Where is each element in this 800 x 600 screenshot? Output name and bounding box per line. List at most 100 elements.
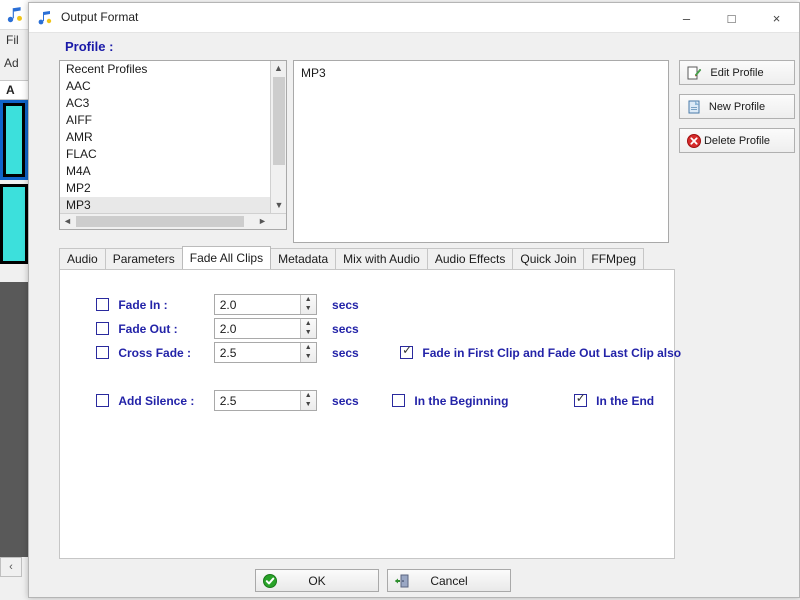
profile-list-horizontal-scrollbar[interactable]: ◄ ► bbox=[60, 213, 286, 229]
stepper-down-icon[interactable]: ▼ bbox=[301, 400, 316, 409]
list-item[interactable]: Recent Profiles bbox=[60, 61, 270, 78]
fade-first-last-group: Fade in First Clip and Fade Out Last Cli… bbox=[400, 343, 682, 360]
new-page-icon bbox=[688, 100, 700, 114]
fade-out-units: secs bbox=[332, 321, 359, 336]
profile-list-vertical-scrollbar[interactable]: ▲ ▼ bbox=[270, 61, 286, 213]
tab-parameters[interactable]: Parameters bbox=[104, 248, 183, 269]
in-the-beginning-checkbox[interactable] bbox=[392, 394, 406, 407]
waveform-thumbnail[interactable] bbox=[0, 100, 28, 180]
fade-in-value: 2.0 bbox=[219, 298, 237, 312]
list-item[interactable]: AIFF bbox=[60, 112, 270, 129]
fade-out-input[interactable]: 2.0 ▲ ▼ bbox=[213, 318, 317, 339]
add-silence-checkbox[interactable] bbox=[96, 394, 109, 407]
edit-profile-label: Edit Profile bbox=[710, 66, 764, 79]
tab-quick-join[interactable]: Quick Join bbox=[512, 248, 585, 269]
profile-list-items: Recent Profiles AAC AC3 AIFF AMR FLAC M4… bbox=[60, 61, 270, 229]
list-item[interactable]: M4A bbox=[60, 163, 270, 180]
scrollbar-thumb[interactable] bbox=[76, 216, 244, 227]
stepper-up-icon[interactable]: ▲ bbox=[301, 295, 316, 304]
background-hscroll-left-arrow[interactable]: ‹ bbox=[0, 557, 22, 577]
add-silence-input[interactable]: 2.5 ▲ ▼ bbox=[213, 390, 317, 411]
cross-fade-units: secs bbox=[332, 345, 359, 360]
chevron-down-icon[interactable]: ▼ bbox=[271, 198, 286, 213]
exit-door-icon bbox=[395, 574, 409, 588]
fade-in-row: Fade In : 2.0 ▲ ▼ secs bbox=[96, 294, 712, 318]
fade-out-checkbox[interactable] bbox=[96, 322, 109, 335]
delete-profile-button[interactable]: Delete Profile bbox=[679, 128, 795, 153]
dialog-title: Output Format bbox=[61, 10, 139, 24]
delete-profile-label: Delete Profile bbox=[703, 134, 771, 147]
fade-in-stepper[interactable]: ▲ ▼ bbox=[299, 295, 316, 314]
tab-ffmpeg[interactable]: FFMpeg bbox=[583, 248, 645, 269]
window-controls: – □ × bbox=[664, 3, 799, 33]
music-note-icon bbox=[7, 7, 22, 23]
ok-label: OK bbox=[308, 573, 326, 588]
cross-fade-input[interactable]: 2.5 ▲ ▼ bbox=[213, 342, 317, 363]
fade-out-stepper[interactable]: ▲ ▼ bbox=[299, 319, 316, 338]
chevron-right-icon[interactable]: ► bbox=[255, 214, 270, 229]
tab-audio[interactable]: Audio bbox=[59, 248, 106, 269]
tab-mix-with-audio[interactable]: Mix with Audio bbox=[335, 248, 428, 269]
new-profile-button[interactable]: New Profile bbox=[679, 94, 795, 119]
fade-first-last-checkbox[interactable] bbox=[400, 343, 414, 359]
profile-list[interactable]: Recent Profiles AAC AC3 AIFF AMR FLAC M4… bbox=[59, 60, 287, 230]
fade-in-checkbox[interactable] bbox=[96, 298, 109, 311]
tab-metadata[interactable]: Metadata bbox=[270, 248, 337, 269]
in-the-beginning-label: In the Beginning bbox=[414, 393, 509, 408]
cancel-button[interactable]: Cancel bbox=[387, 569, 511, 592]
add-silence-stepper[interactable]: ▲ ▼ bbox=[299, 391, 316, 410]
minimize-button[interactable]: – bbox=[664, 3, 709, 33]
stepper-down-icon[interactable]: ▼ bbox=[301, 352, 316, 361]
dialog-titlebar[interactable]: Output Format – □ × bbox=[29, 3, 799, 33]
stepper-up-icon[interactable]: ▲ bbox=[301, 319, 316, 328]
fade-in-input[interactable]: 2.0 ▲ ▼ bbox=[213, 294, 317, 315]
list-item[interactable]: AC3 bbox=[60, 95, 270, 112]
screen: Fil Ad A ‹ a Wa › bbox=[0, 0, 800, 600]
music-note-icon bbox=[38, 11, 52, 25]
in-the-end-checkbox[interactable] bbox=[573, 391, 587, 407]
fade-out-value: 2.0 bbox=[219, 322, 237, 336]
tab-audio-effects[interactable]: Audio Effects bbox=[426, 248, 514, 269]
profile-detail-text: MP3 bbox=[301, 66, 326, 80]
cross-fade-label: Cross Fade : bbox=[118, 345, 192, 360]
list-item-selected[interactable]: MP3 bbox=[60, 197, 270, 214]
waveform-thumbnail[interactable] bbox=[0, 184, 28, 264]
tab-strip: Audio Parameters Fade All Clips Metadata… bbox=[59, 246, 675, 270]
cross-fade-stepper[interactable]: ▲ ▼ bbox=[299, 343, 316, 362]
stepper-up-icon[interactable]: ▲ bbox=[301, 391, 316, 400]
chevron-left-icon[interactable]: ◄ bbox=[60, 214, 75, 229]
ok-button[interactable]: OK bbox=[255, 569, 379, 592]
cross-fade-value: 2.5 bbox=[219, 346, 237, 360]
profile-detail-panel[interactable]: MP3 bbox=[293, 60, 669, 243]
fade-in-units: secs bbox=[332, 297, 359, 312]
profile-section-label: Profile : bbox=[65, 39, 114, 54]
edit-profile-button[interactable]: Edit Profile bbox=[679, 60, 795, 85]
add-silence-row: Add Silence : 2.5 ▲ ▼ secs In the Beginn… bbox=[96, 390, 712, 414]
list-item[interactable]: MP2 bbox=[60, 180, 270, 197]
list-item[interactable]: AAC bbox=[60, 78, 270, 95]
dialog-footer: OK Cancel bbox=[29, 565, 800, 599]
tab-fade-all-clips[interactable]: Fade All Clips bbox=[181, 246, 272, 269]
stepper-down-icon[interactable]: ▼ bbox=[301, 304, 316, 313]
add-silence-label: Add Silence : bbox=[118, 393, 195, 408]
profile-actions: Edit Profile New Profile Delete Profile bbox=[679, 60, 795, 162]
background-add-button[interactable]: Ad bbox=[4, 56, 19, 70]
cross-fade-checkbox[interactable] bbox=[96, 346, 109, 359]
output-format-dialog: Output Format – □ × Profile : Recent Pro… bbox=[28, 2, 800, 598]
list-item[interactable]: AMR bbox=[60, 129, 270, 146]
chevron-up-icon[interactable]: ▲ bbox=[271, 61, 286, 76]
edit-page-icon bbox=[687, 66, 702, 80]
in-the-beginning-group: In the Beginning bbox=[392, 393, 512, 408]
maximize-button[interactable]: □ bbox=[709, 3, 754, 33]
close-button[interactable]: × bbox=[754, 3, 799, 33]
scrollbar-thumb[interactable] bbox=[273, 77, 285, 165]
list-item[interactable]: FLAC bbox=[60, 146, 270, 163]
fade-first-last-label: Fade in First Clip and Fade Out Last Cli… bbox=[422, 345, 682, 360]
background-menu-file[interactable]: Fil bbox=[6, 33, 19, 47]
stepper-up-icon[interactable]: ▲ bbox=[301, 343, 316, 352]
background-column-header: A bbox=[6, 83, 15, 97]
fade-in-label: Fade In : bbox=[118, 297, 168, 312]
cross-fade-row: Cross Fade : 2.5 ▲ ▼ secs Fade in First … bbox=[96, 342, 712, 366]
stepper-down-icon[interactable]: ▼ bbox=[301, 328, 316, 337]
background-left-panel bbox=[0, 282, 28, 557]
